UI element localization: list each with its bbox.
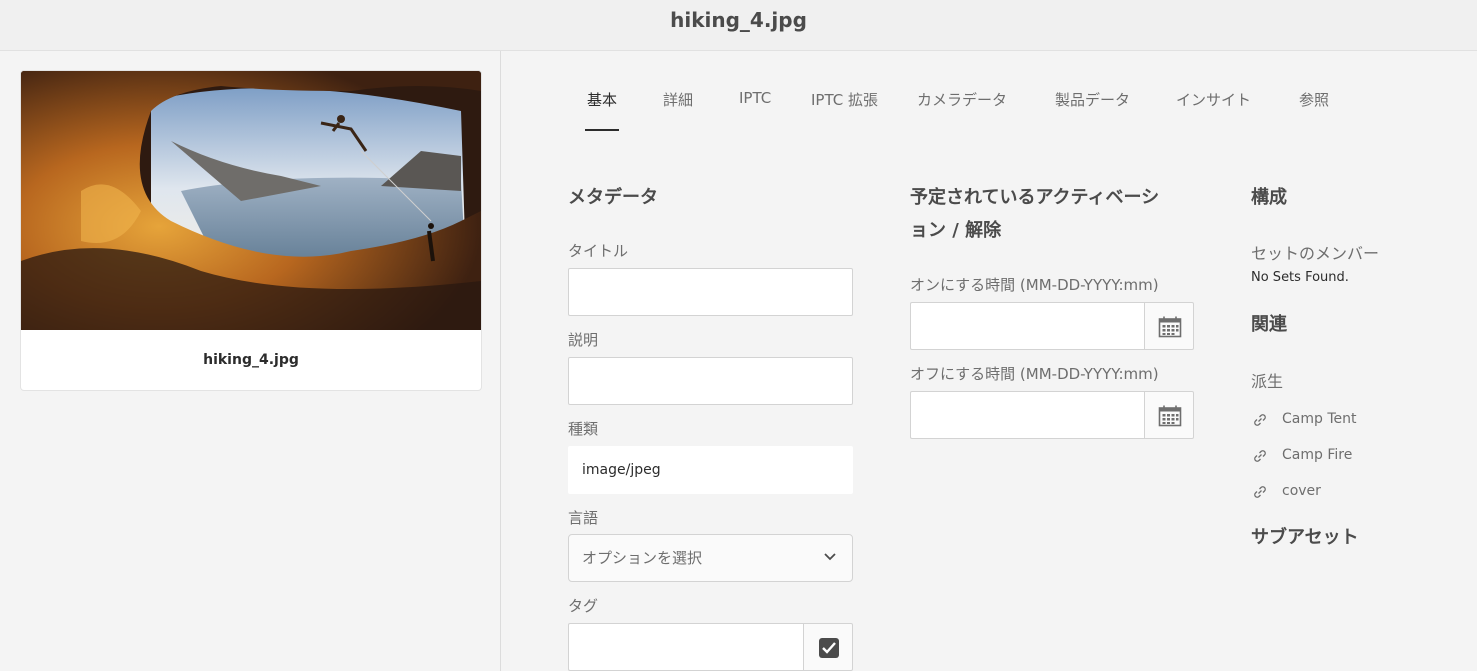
sets-label: セットのメンバー [1251, 244, 1380, 263]
on-time-label: オンにする時間 (MM-DD-YYYY:mm) [910, 276, 1159, 294]
tab-iptc[interactable]: IPTC [739, 89, 771, 133]
description-input[interactable] [568, 357, 853, 405]
calendar-icon [1158, 405, 1182, 427]
related-heading: 関連 [1251, 314, 1287, 335]
activation-heading-line1: 予定されているアクティベーシ [910, 187, 1160, 208]
language-select[interactable]: オプションを選択 [568, 534, 853, 582]
asset-caption: hiking_4.jpg [203, 352, 299, 368]
type-value: image/jpeg [568, 446, 853, 494]
type-label: 種類 [568, 420, 599, 438]
on-time-picker [910, 302, 1194, 350]
language-select-value: オプションを選択 [582, 549, 703, 567]
subassets-heading: サブアセット [1251, 527, 1359, 548]
tab-advanced[interactable]: 詳細 [663, 89, 693, 133]
link-icon [1254, 486, 1266, 498]
activation-heading-line2: ョン / 解除 [910, 220, 1002, 241]
link-icon [1254, 414, 1266, 426]
activation-heading: 予定されているアクティベーシ ョン / 解除 [910, 181, 1159, 247]
description-label: 説明 [568, 331, 599, 349]
title-label: タイトル [568, 242, 629, 260]
related-link-camp-tent[interactable]: Camp Tent [1253, 411, 1393, 431]
preview-pane: hiking_4.jpg [0, 51, 501, 671]
on-time-input[interactable] [910, 302, 1145, 350]
on-time-calendar-button[interactable] [1144, 302, 1194, 350]
off-time-label: オフにする時間 (MM-DD-YYYY:mm) [910, 365, 1159, 383]
tags-label: タグ [568, 597, 599, 615]
page-title: hiking_4.jpg [670, 8, 807, 32]
tags-picker-button[interactable] [803, 623, 853, 671]
title-bar: hiking_4.jpg [0, 0, 1477, 51]
tab-insights[interactable]: インサイト [1176, 89, 1251, 133]
related-link-label: cover [1282, 483, 1321, 499]
tags-picker [568, 623, 853, 671]
language-label: 言語 [568, 509, 599, 527]
tab-product-data[interactable]: 製品データ [1055, 89, 1130, 133]
derived-label: 派生 [1251, 372, 1284, 391]
asset-thumbnail [21, 71, 481, 330]
tags-input[interactable] [568, 623, 804, 671]
related-link-camp-fire[interactable]: Camp Fire [1253, 447, 1393, 467]
tab-basic[interactable]: 基本 [584, 89, 620, 133]
link-icon [1254, 450, 1266, 462]
off-time-input[interactable] [910, 391, 1145, 439]
title-input[interactable] [568, 268, 853, 316]
properties-pane: 基本 詳細 IPTC IPTC 拡張 カメラデータ 製品データ インサイト 参照… [502, 51, 1477, 671]
related-link-label: Camp Fire [1282, 447, 1353, 463]
off-time-picker [910, 391, 1194, 439]
tab-camera-data[interactable]: カメラデータ [917, 89, 1007, 133]
asset-card[interactable]: hiking_4.jpg [20, 70, 482, 391]
sets-value: No Sets Found. [1251, 270, 1349, 285]
composition-heading: 構成 [1251, 187, 1287, 208]
checkbox-checked-icon [819, 638, 839, 658]
chevron-down-icon [824, 553, 836, 561]
off-time-calendar-button[interactable] [1144, 391, 1194, 439]
metadata-heading: メタデータ [568, 187, 658, 208]
calendar-icon [1158, 316, 1182, 338]
tab-iptc-extension[interactable]: IPTC 拡張 [811, 89, 878, 133]
tab-references[interactable]: 参照 [1299, 89, 1329, 133]
related-link-label: Camp Tent [1282, 411, 1357, 427]
related-link-cover[interactable]: cover [1253, 483, 1393, 503]
